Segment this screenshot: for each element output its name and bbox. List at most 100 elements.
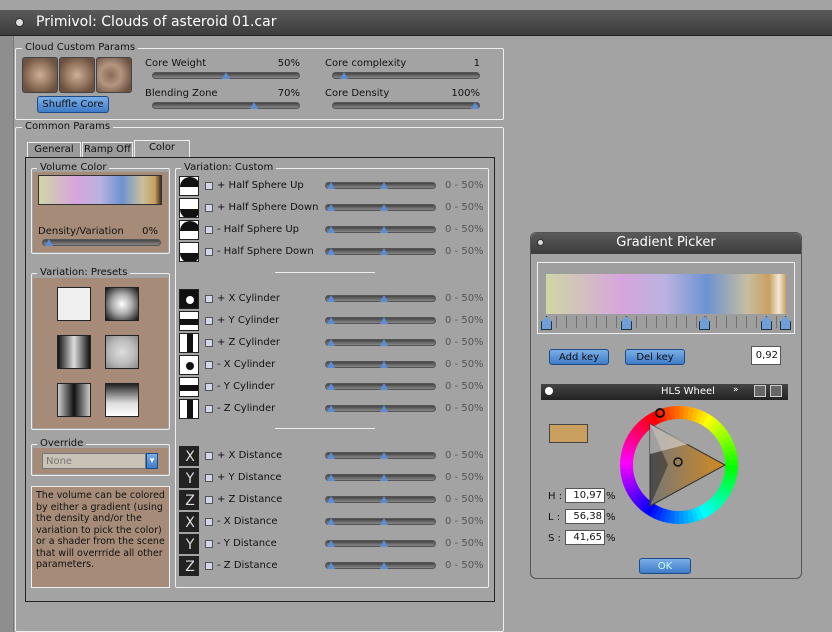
window-menu-icon[interactable] [15, 18, 24, 27]
z-distance-icon: Z [179, 556, 199, 576]
y-distance-icon: Y [179, 468, 199, 488]
variation-slider-max-thumb[interactable] [380, 496, 388, 503]
variation-slider-min-thumb[interactable] [327, 405, 335, 412]
variation-checkbox[interactable] [205, 540, 213, 548]
variation-range-value: 0 - 50% [445, 403, 484, 414]
variation-slider-max-thumb[interactable] [380, 361, 388, 368]
variation-slider-min-thumb[interactable] [327, 518, 335, 525]
variation-slider-max-thumb[interactable] [380, 474, 388, 481]
core-density-slider[interactable] [332, 102, 480, 109]
density-variation-thumb[interactable] [45, 239, 53, 246]
preset-inverted-cylinder[interactable] [57, 383, 91, 417]
s-field[interactable]: 41,65 [565, 530, 605, 545]
hls-color-wheel[interactable] [618, 404, 740, 526]
variation-checkbox[interactable] [205, 452, 213, 460]
variation-checkbox[interactable] [205, 295, 213, 303]
variation-checkbox[interactable] [205, 182, 213, 190]
volume-gradient-swatch[interactable] [38, 175, 162, 205]
variation-slider-max-thumb[interactable] [380, 317, 388, 324]
variation-slider-max-thumb[interactable] [380, 562, 388, 569]
variation-slider-min-thumb[interactable] [327, 339, 335, 346]
core-weight-thumb[interactable] [222, 72, 230, 79]
core-thumbnail-2[interactable] [59, 57, 95, 93]
preset-x-cylinder[interactable] [57, 335, 91, 369]
variation-row-label: - Z Distance [217, 560, 278, 571]
preset-vertical[interactable] [105, 383, 139, 417]
variation-slider-max-thumb[interactable] [380, 339, 388, 346]
x-cylinder-icon [179, 289, 199, 309]
h-field[interactable]: 10,97 [565, 488, 605, 503]
core-weight-value: 50% [277, 58, 300, 69]
x-cylinder-icon [179, 355, 199, 375]
shuffle-core-button[interactable]: Shuffle Core [37, 96, 109, 113]
variation-slider-max-thumb[interactable] [380, 405, 388, 412]
s-label: S : [548, 533, 561, 544]
variation-checkbox[interactable] [205, 317, 213, 325]
tab-general[interactable]: General [27, 142, 81, 158]
l-field[interactable]: 56,38 [565, 509, 605, 524]
ok-button[interactable]: OK [639, 558, 691, 574]
variation-slider-max-thumb[interactable] [380, 540, 388, 547]
hls-mode-dropdown-icon[interactable]: » [733, 385, 739, 395]
override-select[interactable]: None [42, 453, 146, 469]
variation-slider-min-thumb[interactable] [327, 361, 335, 368]
variation-slider-min-thumb[interactable] [327, 383, 335, 390]
variation-range-value: 0 - 50% [445, 180, 484, 191]
variation-checkbox[interactable] [205, 248, 213, 256]
hls-menu-icon[interactable] [545, 387, 553, 395]
variation-slider-min-thumb[interactable] [327, 204, 335, 211]
override-dropdown-icon[interactable]: ▾ [146, 453, 158, 469]
load-icon[interactable] [770, 385, 782, 397]
variation-slider-max-thumb[interactable] [380, 452, 388, 459]
variation-checkbox[interactable] [205, 339, 213, 347]
variation-checkbox[interactable] [205, 383, 213, 391]
core-complexity-thumb[interactable] [340, 72, 348, 79]
variation-slider-max-thumb[interactable] [380, 182, 388, 189]
core-complexity-slider[interactable] [332, 72, 480, 79]
variation-slider-min-thumb[interactable] [327, 226, 335, 233]
variation-row-label: - Y Cylinder [217, 381, 275, 392]
core-density-thumb[interactable] [471, 102, 479, 109]
variation-checkbox[interactable] [205, 204, 213, 212]
del-key-button[interactable]: Del key [625, 349, 685, 365]
preset-flat[interactable] [57, 287, 91, 321]
variation-checkbox[interactable] [205, 474, 213, 482]
variation-checkbox[interactable] [205, 405, 213, 413]
variation-slider-min-thumb[interactable] [327, 474, 335, 481]
tab-ramp-off[interactable]: Ramp Off [82, 142, 133, 158]
core-thumbnail-1[interactable] [22, 57, 58, 93]
variation-checkbox[interactable] [205, 361, 213, 369]
variation-slider-max-thumb[interactable] [380, 383, 388, 390]
variation-checkbox[interactable] [205, 496, 213, 504]
variation-checkbox[interactable] [205, 226, 213, 234]
variation-slider-max-thumb[interactable] [380, 248, 388, 255]
density-variation-slider[interactable] [42, 239, 161, 246]
variation-slider-min-thumb[interactable] [327, 182, 335, 189]
variation-slider-max-thumb[interactable] [380, 518, 388, 525]
core-complexity-label: Core complexity [325, 58, 407, 69]
variation-checkbox[interactable] [205, 518, 213, 526]
gradient-bar[interactable] [546, 274, 786, 314]
blending-zone-thumb[interactable] [250, 102, 258, 109]
key-position-field[interactable]: 0,92 [751, 346, 781, 365]
variation-checkbox[interactable] [205, 562, 213, 570]
variation-slider-max-thumb[interactable] [380, 226, 388, 233]
variation-slider-min-thumb[interactable] [327, 248, 335, 255]
blending-zone-slider[interactable] [152, 102, 300, 109]
add-key-button[interactable]: Add key [549, 349, 609, 365]
preset-soft[interactable] [105, 335, 139, 369]
variation-row-label: - Half Sphere Down [217, 246, 314, 257]
variation-slider-min-thumb[interactable] [327, 295, 335, 302]
variation-slider-min-thumb[interactable] [327, 452, 335, 459]
preset-sphere[interactable] [105, 287, 139, 321]
core-thumbnail-3[interactable] [96, 57, 132, 93]
variation-slider-min-thumb[interactable] [327, 562, 335, 569]
variation-slider-min-thumb[interactable] [327, 540, 335, 547]
save-icon[interactable] [754, 385, 766, 397]
window-titlebar: Primivol: Clouds of asteroid 01.car [0, 10, 832, 36]
variation-slider-max-thumb[interactable] [380, 204, 388, 211]
variation-slider-min-thumb[interactable] [327, 496, 335, 503]
variation-slider-min-thumb[interactable] [327, 317, 335, 324]
variation-slider-max-thumb[interactable] [380, 295, 388, 302]
tab-color[interactable]: Color [134, 140, 190, 158]
